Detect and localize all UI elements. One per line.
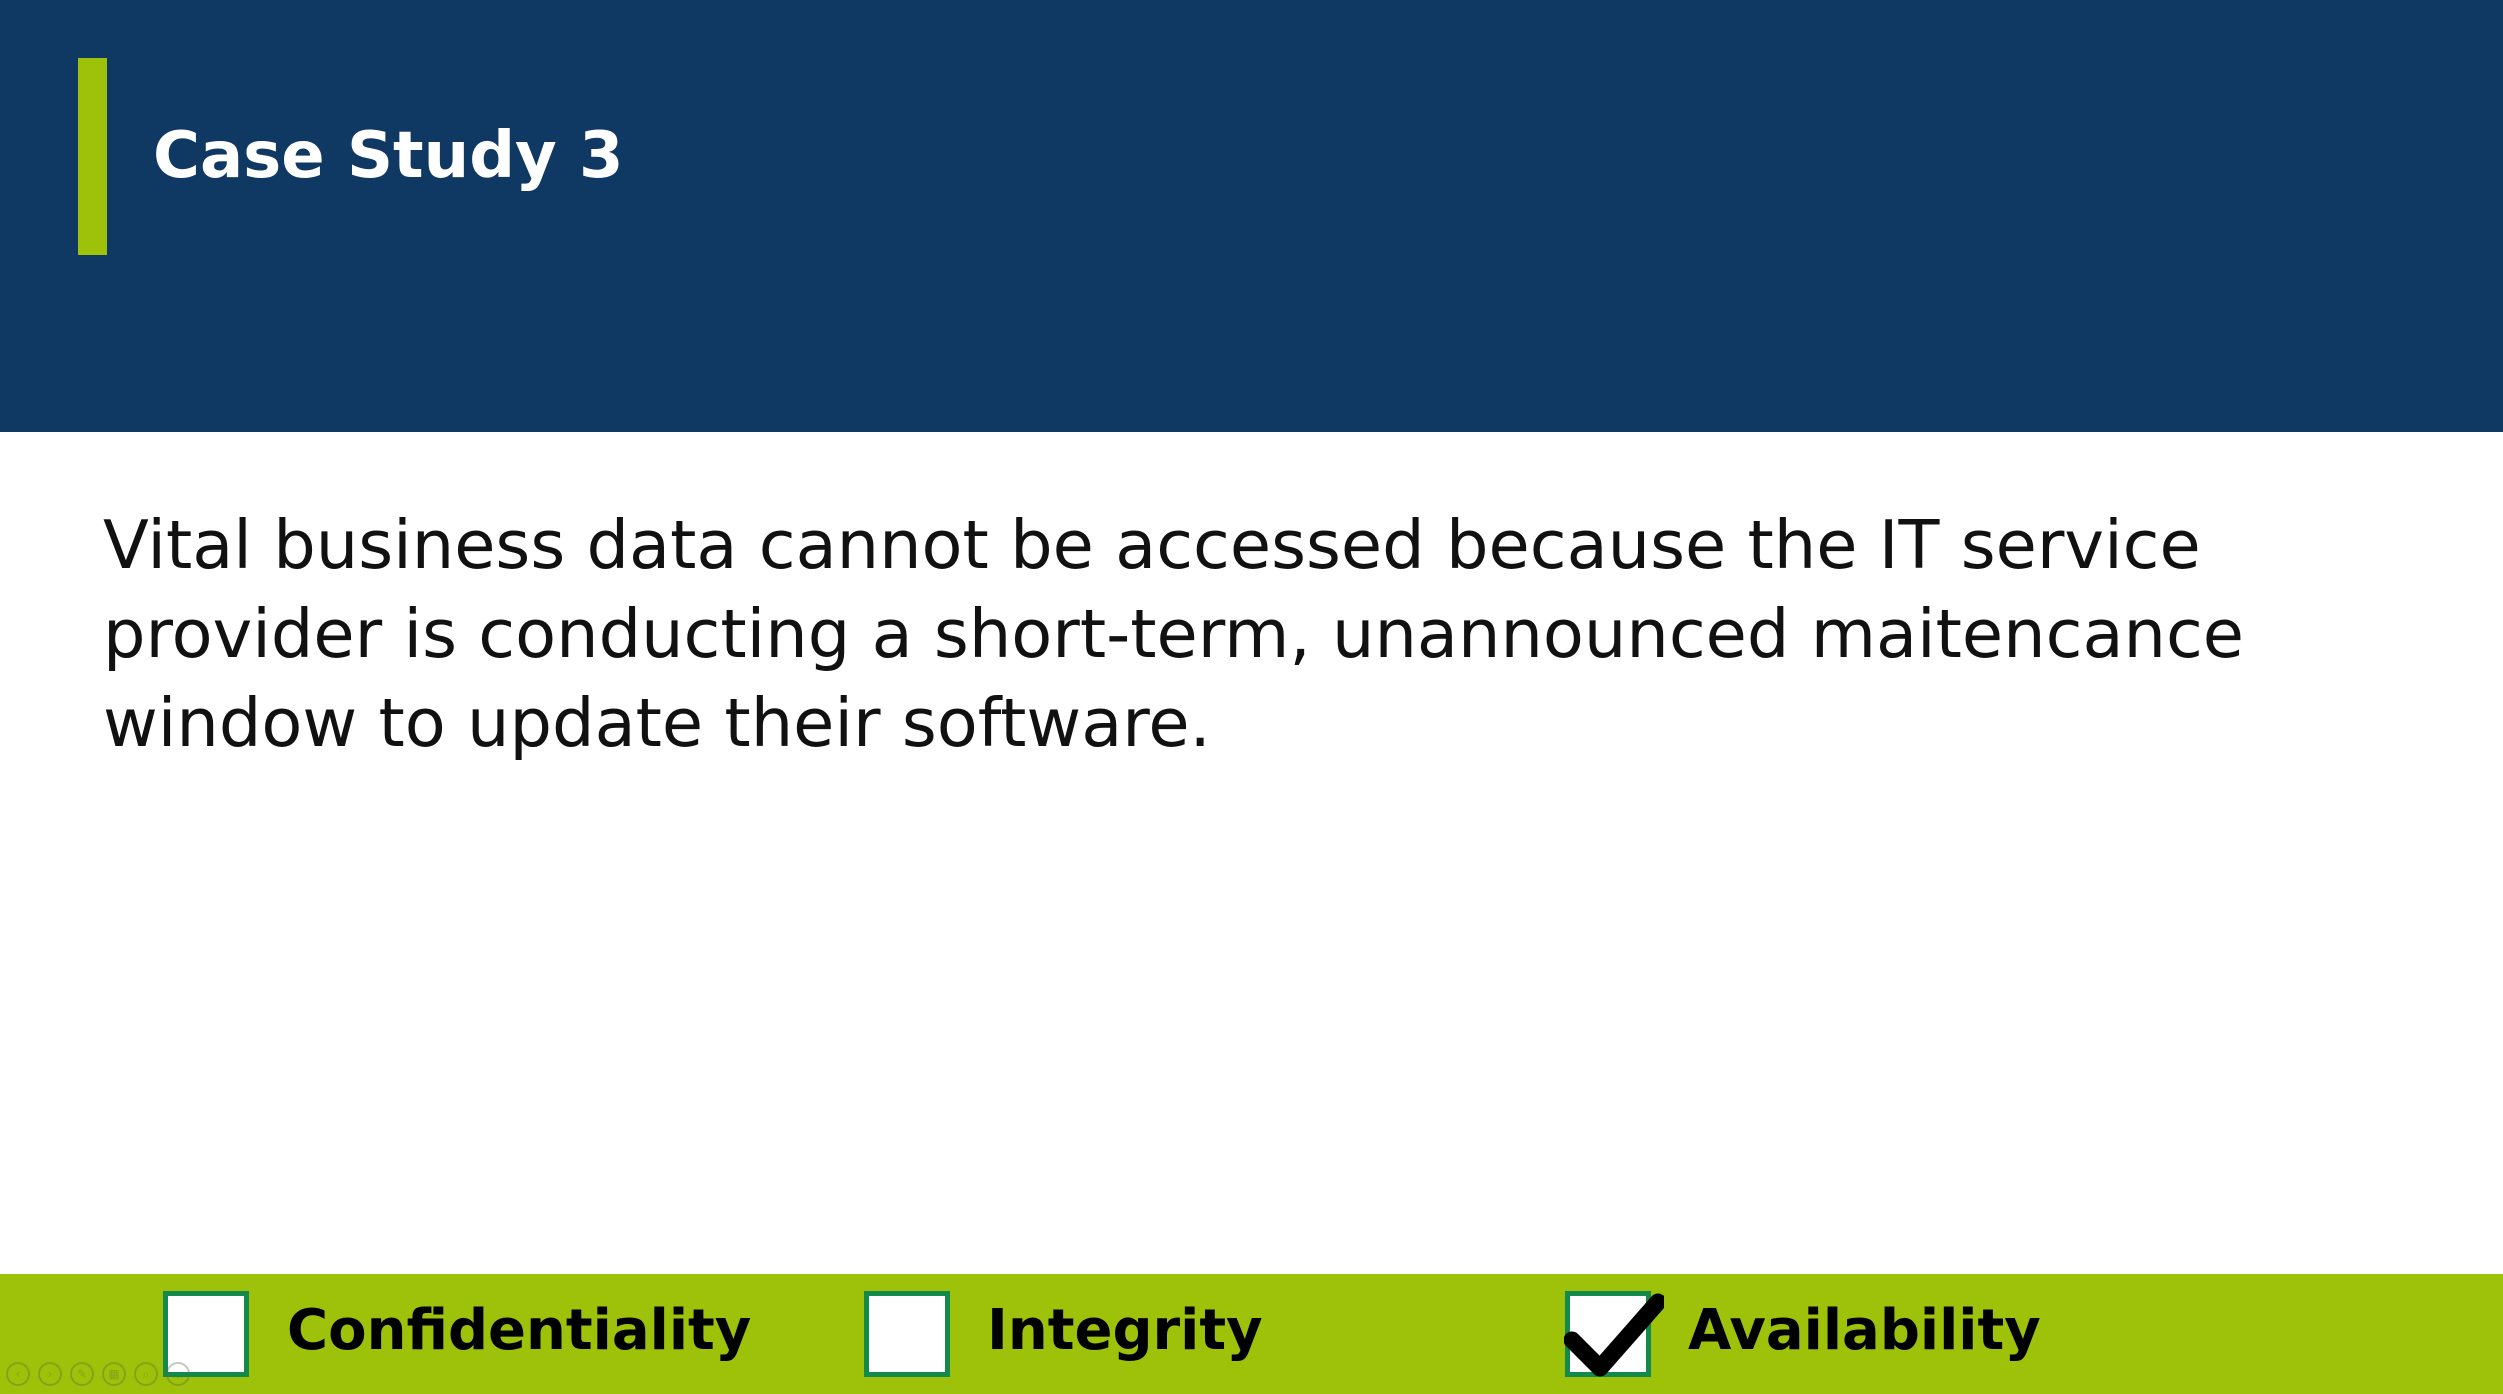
slides-grid-icon[interactable]: ▦ xyxy=(102,1362,126,1386)
presenter-controls: ‹ › ✎ ▦ ⌕ … xyxy=(6,1362,190,1386)
checkmark-icon xyxy=(1564,1293,1664,1377)
slide-title: Case Study 3 xyxy=(153,119,624,193)
next-slide-icon[interactable]: › xyxy=(38,1362,62,1386)
integrity-label: Integrity xyxy=(987,1298,1263,1363)
availability-label: Availability xyxy=(1688,1298,2041,1363)
slide-header: Case Study 3 xyxy=(0,0,2503,432)
cia-footer: Confidentiality Integrity Availability xyxy=(0,1274,2503,1394)
more-options-icon[interactable]: … xyxy=(166,1362,190,1386)
confidentiality-label: Confidentiality xyxy=(287,1298,752,1363)
availability-checkbox[interactable] xyxy=(1564,1291,1664,1377)
title-accent-bar xyxy=(78,58,107,255)
integrity-checkbox[interactable] xyxy=(864,1291,950,1377)
slide: Case Study 3 Vital business data cannot … xyxy=(0,0,2503,1394)
case-description: Vital business data cannot be accessed b… xyxy=(103,506,2245,762)
pen-icon[interactable]: ✎ xyxy=(70,1362,94,1386)
zoom-icon[interactable]: ⌕ xyxy=(134,1362,158,1386)
previous-slide-icon[interactable]: ‹ xyxy=(6,1362,30,1386)
